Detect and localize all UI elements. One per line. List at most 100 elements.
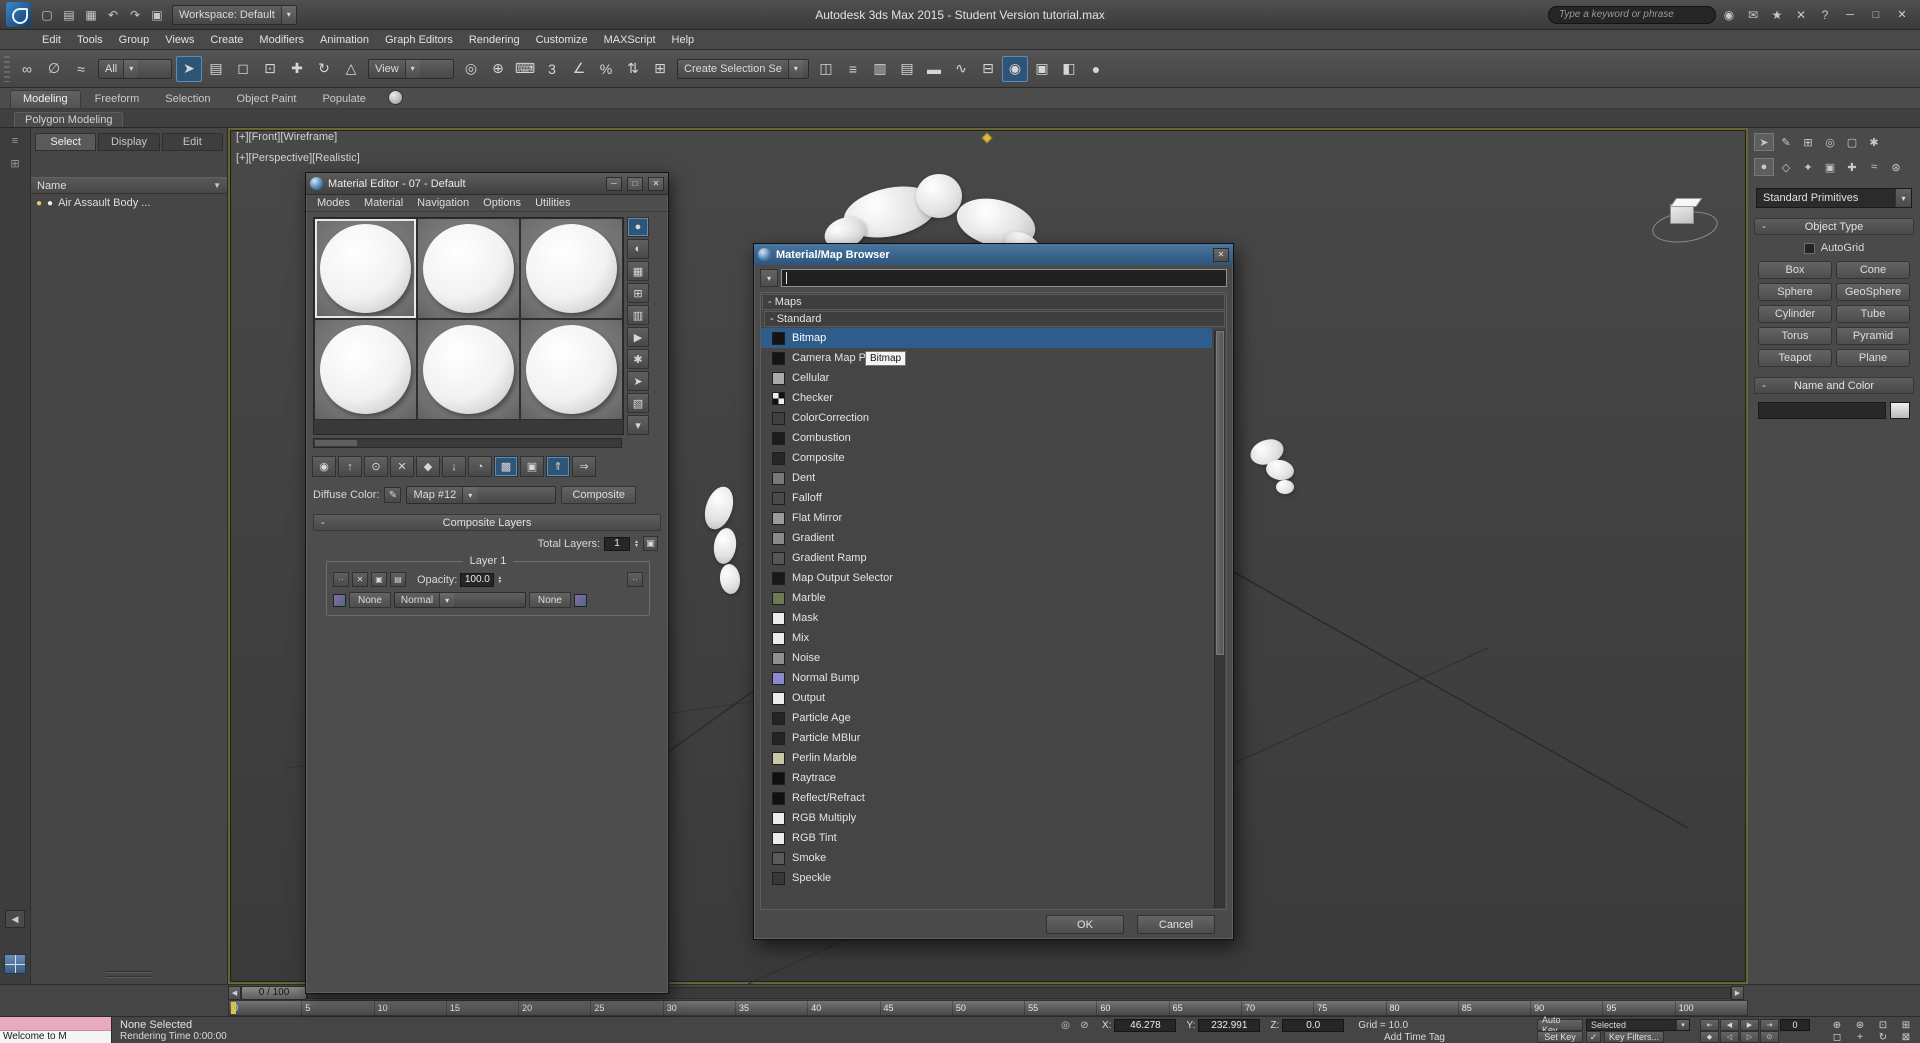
maximize-viewport-toggle-icon[interactable]: ⊠ bbox=[1895, 1031, 1917, 1043]
undo-icon[interactable]: ↶ bbox=[102, 5, 124, 25]
put-material-to-scene-icon[interactable]: ↑ bbox=[338, 456, 362, 477]
map-browser-item[interactable]: Flat Mirror bbox=[761, 508, 1212, 528]
render-production-icon[interactable]: ● bbox=[1083, 56, 1109, 82]
reference-coordinate-dropdown[interactable]: View ▾ bbox=[368, 59, 454, 79]
minimize-button[interactable]: ─ bbox=[1838, 5, 1862, 25]
percent-snap-icon[interactable]: % bbox=[593, 56, 619, 82]
sample-type-sphere-icon[interactable]: ● bbox=[627, 217, 649, 237]
panel-resize-grip[interactable] bbox=[106, 968, 152, 978]
key-mode-toggle-icon[interactable]: ◆ bbox=[1700, 1031, 1719, 1043]
material-editor-title-bar[interactable]: Material Editor - 07 - Default ─ □ ✕ bbox=[306, 173, 668, 195]
utilities-tab-icon[interactable]: ✱ bbox=[1864, 133, 1884, 151]
scrollbar-thumb[interactable] bbox=[1216, 331, 1224, 655]
model-head-fragment[interactable] bbox=[916, 174, 962, 218]
snaps-toggle-icon[interactable]: 3 bbox=[539, 56, 565, 82]
key-filters-button[interactable]: Key Filters... bbox=[1604, 1031, 1664, 1043]
set-key-button[interactable]: Set Key bbox=[1537, 1031, 1583, 1043]
browser-search-input[interactable] bbox=[781, 269, 1227, 287]
go-to-end-icon[interactable]: ⇥ bbox=[1760, 1019, 1779, 1031]
track-bar-ruler[interactable]: 0 5 10 15 20 25 30 35 40 45 50 55 bbox=[228, 1000, 1748, 1016]
map-type-button[interactable]: Composite bbox=[561, 486, 636, 504]
current-frame-field[interactable]: 0 bbox=[1780, 1019, 1810, 1031]
menu-item[interactable]: MAXScript bbox=[596, 32, 664, 48]
autogrid-checkbox[interactable] bbox=[1804, 243, 1815, 254]
spinner-arrows-icon[interactable]: ▲▼ bbox=[497, 576, 502, 584]
create-tab-icon[interactable]: ➤ bbox=[1754, 133, 1774, 151]
map-browser-item[interactable]: Mix bbox=[761, 628, 1212, 648]
auto-key-button[interactable]: Auto Key bbox=[1537, 1019, 1583, 1031]
map-browser-item[interactable]: Bitmap bbox=[761, 328, 1212, 348]
map-browser-item[interactable]: Particle Age bbox=[761, 708, 1212, 728]
map-browser-item[interactable]: Dent bbox=[761, 468, 1212, 488]
name-and-color-rollout-header[interactable]: - Name and Color bbox=[1754, 377, 1914, 394]
material-sample-slot[interactable] bbox=[314, 218, 417, 319]
scene-explorer-toggle-icon[interactable]: ▥ bbox=[867, 56, 893, 82]
material-editor-menu-item[interactable]: Modes bbox=[310, 197, 357, 209]
layer-explorer-icon[interactable]: ▤ bbox=[894, 56, 920, 82]
display-tab-icon[interactable]: ▢ bbox=[1842, 133, 1862, 151]
viewport-layout-button[interactable] bbox=[4, 954, 26, 974]
maxscript-mini-listener[interactable]: Welcome to M bbox=[0, 1017, 112, 1043]
new-scene-icon[interactable]: ▢ bbox=[36, 5, 58, 25]
map-browser-item[interactable]: Reflect/Refract bbox=[761, 788, 1212, 808]
mirror-icon[interactable]: ◫ bbox=[813, 56, 839, 82]
menu-item[interactable]: Edit bbox=[34, 32, 69, 48]
select-and-link-icon[interactable]: ∞ bbox=[14, 56, 40, 82]
layer-texture-swatch[interactable] bbox=[333, 594, 346, 607]
front-viewport-label[interactable]: [+][Front][Wireframe] bbox=[236, 131, 337, 143]
object-color-swatch[interactable] bbox=[1890, 402, 1910, 419]
map-browser-item[interactable]: Output bbox=[761, 688, 1212, 708]
show-map-in-viewport-icon[interactable]: ▩ bbox=[494, 456, 518, 477]
lights-category-icon[interactable]: ✦ bbox=[1798, 158, 1818, 176]
scene-explorer-tab[interactable]: Display bbox=[98, 133, 159, 151]
ribbon-tab[interactable]: Modeling bbox=[10, 90, 81, 108]
rectangular-selection-region-icon[interactable]: ◻ bbox=[230, 56, 256, 82]
orbit-view-icon[interactable]: ↻ bbox=[1872, 1031, 1894, 1043]
layer-color-options-icon[interactable]: ·· bbox=[333, 572, 349, 587]
bind-to-space-warp-icon[interactable]: ≈ bbox=[68, 56, 94, 82]
map-browser-item[interactable]: Falloff bbox=[761, 488, 1212, 508]
restore-button[interactable]: □ bbox=[1864, 5, 1888, 25]
exchange-apps-icon[interactable]: ✕ bbox=[1790, 5, 1812, 25]
zoom-icon[interactable]: ⊕ bbox=[1826, 1019, 1848, 1031]
viewport-tab-icon[interactable]: ⊞ bbox=[5, 154, 25, 172]
material-editor-menu-item[interactable]: Navigation bbox=[410, 197, 476, 209]
material-sample-slot[interactable] bbox=[417, 218, 520, 319]
object-type-button[interactable]: GeoSphere bbox=[1836, 283, 1910, 301]
isolate-selection-icon[interactable]: ◎ bbox=[1058, 1020, 1073, 1031]
selection-filter-dropdown[interactable]: All ▾ bbox=[98, 59, 172, 79]
menu-item[interactable]: Customize bbox=[528, 32, 596, 48]
video-color-check-icon[interactable]: ▥ bbox=[627, 305, 649, 325]
unlink-selection-icon[interactable]: ∅ bbox=[41, 56, 67, 82]
material-editor-icon[interactable]: ◉ bbox=[1002, 56, 1028, 82]
layer-texture-none-button[interactable]: None bbox=[349, 592, 391, 608]
time-slider-handle[interactable]: 0 / 100 bbox=[241, 986, 307, 1000]
workspace-dropdown[interactable]: Workspace: Default ▾ bbox=[172, 5, 297, 25]
zoom-region-icon[interactable]: ◻ bbox=[1826, 1031, 1848, 1043]
select-by-material-icon[interactable]: ➤ bbox=[627, 371, 649, 391]
make-material-unique-icon[interactable]: ◆ bbox=[416, 456, 440, 477]
object-type-button[interactable]: Torus bbox=[1758, 327, 1832, 345]
list-scrollbar[interactable] bbox=[1214, 330, 1225, 908]
material-editor-menu-item[interactable]: Material bbox=[357, 197, 410, 209]
map-browser-item[interactable]: Gradient Ramp bbox=[761, 548, 1212, 568]
object-type-button[interactable]: Box bbox=[1758, 261, 1832, 279]
map-browser-item[interactable]: Cellular bbox=[761, 368, 1212, 388]
map-browser-item[interactable]: Gradient bbox=[761, 528, 1212, 548]
schematic-view-icon[interactable]: ⊟ bbox=[975, 56, 1001, 82]
toolbar-drag-handle[interactable] bbox=[4, 56, 10, 82]
duplicate-layer-icon[interactable]: ▣ bbox=[371, 572, 387, 587]
collapse-panel-button[interactable]: ◀ bbox=[5, 910, 25, 928]
listener-pane[interactable]: Welcome to M bbox=[0, 1031, 111, 1043]
sample-slot-scrollbar[interactable] bbox=[313, 438, 622, 448]
add-layer-icon[interactable]: ▣ bbox=[643, 536, 658, 551]
object-type-button[interactable]: Sphere bbox=[1758, 283, 1832, 301]
open-file-icon[interactable]: ▤ bbox=[58, 5, 80, 25]
coordinate-input[interactable]: 46.278 bbox=[1114, 1019, 1176, 1032]
ribbon-tab[interactable]: Populate bbox=[310, 91, 377, 108]
delete-layer-icon[interactable]: ✕ bbox=[352, 572, 368, 587]
material-options-icon[interactable]: ✱ bbox=[627, 349, 649, 369]
project-folder-icon[interactable]: ▣ bbox=[146, 5, 168, 25]
select-and-move-icon[interactable]: ✚ bbox=[284, 56, 310, 82]
go-to-start-icon[interactable]: ⇤ bbox=[1700, 1019, 1719, 1031]
